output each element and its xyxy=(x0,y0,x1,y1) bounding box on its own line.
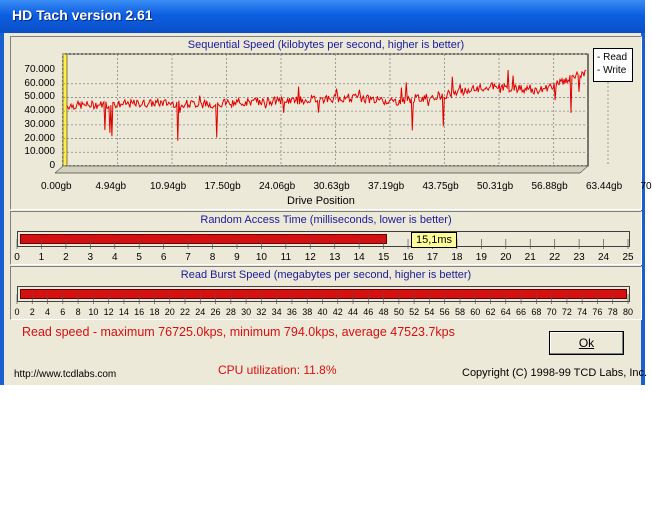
scale-tick-label: 64 xyxy=(500,307,511,317)
scale-tick-label: 28 xyxy=(225,307,236,317)
scale-tick-label: 72 xyxy=(561,307,572,317)
scale-tick-label: 76 xyxy=(592,307,603,317)
scale-tick-label: 40 xyxy=(317,307,328,317)
scale-tick-label: 44 xyxy=(348,307,359,317)
scale-tick-label: 26 xyxy=(210,307,221,317)
scale-tick-label: 80 xyxy=(622,307,633,317)
scale-tick-label: 42 xyxy=(332,307,343,317)
ok-button[interactable]: Ok xyxy=(549,331,624,355)
scale-tick-label: 48 xyxy=(378,307,389,317)
website-link[interactable]: http://www.tcdlabs.com xyxy=(14,369,116,380)
scale-tick-label: 52 xyxy=(409,307,420,317)
scale-tick-label: 70 xyxy=(546,307,557,317)
scale-tick-label: 12 xyxy=(103,307,114,317)
scale-tick-label: 62 xyxy=(485,307,496,317)
scale-tick-label: 36 xyxy=(286,307,297,317)
scale-tick-label: 32 xyxy=(256,307,267,317)
scale-tick-label: 20 xyxy=(164,307,175,317)
scale-tick-label: 18 xyxy=(149,307,160,317)
scale-tick-label: 56 xyxy=(439,307,450,317)
scale-tick-label: 4 xyxy=(45,307,51,317)
scale-tick-label: 50 xyxy=(393,307,404,317)
read-speed-summary: Read speed - maximum 76725.0kps, minimum… xyxy=(22,325,455,339)
scale-tick-label: 58 xyxy=(454,307,465,317)
burst-speed-scale xyxy=(16,294,629,304)
scale-tick-label: 38 xyxy=(302,307,313,317)
scale-tick-label: 74 xyxy=(577,307,588,317)
ok-button-label: Ok xyxy=(578,336,595,350)
scale-tick-label: 6 xyxy=(60,307,66,317)
cpu-utilization: CPU utilization: 11.8% xyxy=(218,363,337,377)
scale-tick-label: 16 xyxy=(134,307,145,317)
scale-tick-label: 14 xyxy=(118,307,129,317)
scale-tick-label: 24 xyxy=(195,307,206,317)
scale-tick-label: 8 xyxy=(75,307,81,317)
copyright-text: Copyright (C) 1998-99 TCD Labs, Inc. xyxy=(462,367,648,379)
scale-tick-label: 0 xyxy=(14,307,20,317)
scale-tick-label: 66 xyxy=(516,307,527,317)
scale-tick-label: 54 xyxy=(424,307,435,317)
scale-tick-label: 60 xyxy=(470,307,481,317)
scale-tick-label: 30 xyxy=(241,307,252,317)
scale-tick-label: 22 xyxy=(180,307,191,317)
scale-tick-label: 2 xyxy=(29,307,35,317)
scale-tick-label: 68 xyxy=(531,307,542,317)
scale-tick-label: 34 xyxy=(271,307,282,317)
scale-tick-label: 78 xyxy=(607,307,618,317)
scale-tick-label: 46 xyxy=(363,307,374,317)
scale-tick-label: 10 xyxy=(88,307,99,317)
